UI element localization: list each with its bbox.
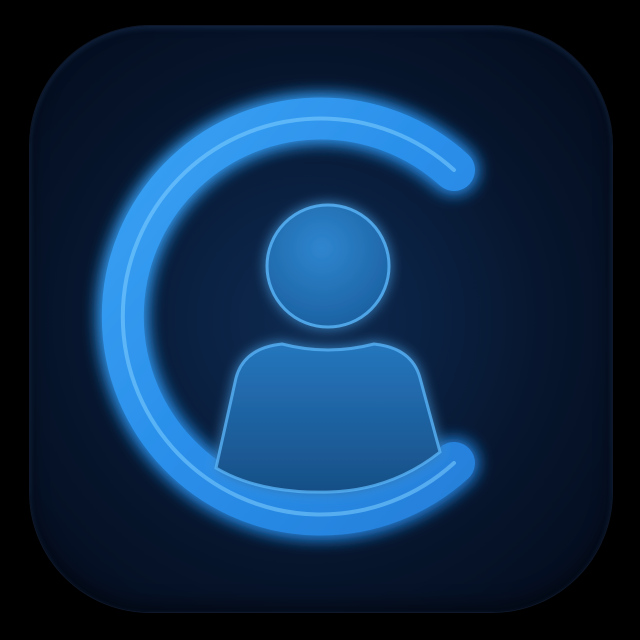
person-body bbox=[214, 342, 442, 494]
app-glyph bbox=[101, 97, 475, 536]
icon-canvas bbox=[0, 0, 640, 640]
person-head bbox=[265, 203, 391, 329]
person-icon bbox=[214, 203, 442, 494]
